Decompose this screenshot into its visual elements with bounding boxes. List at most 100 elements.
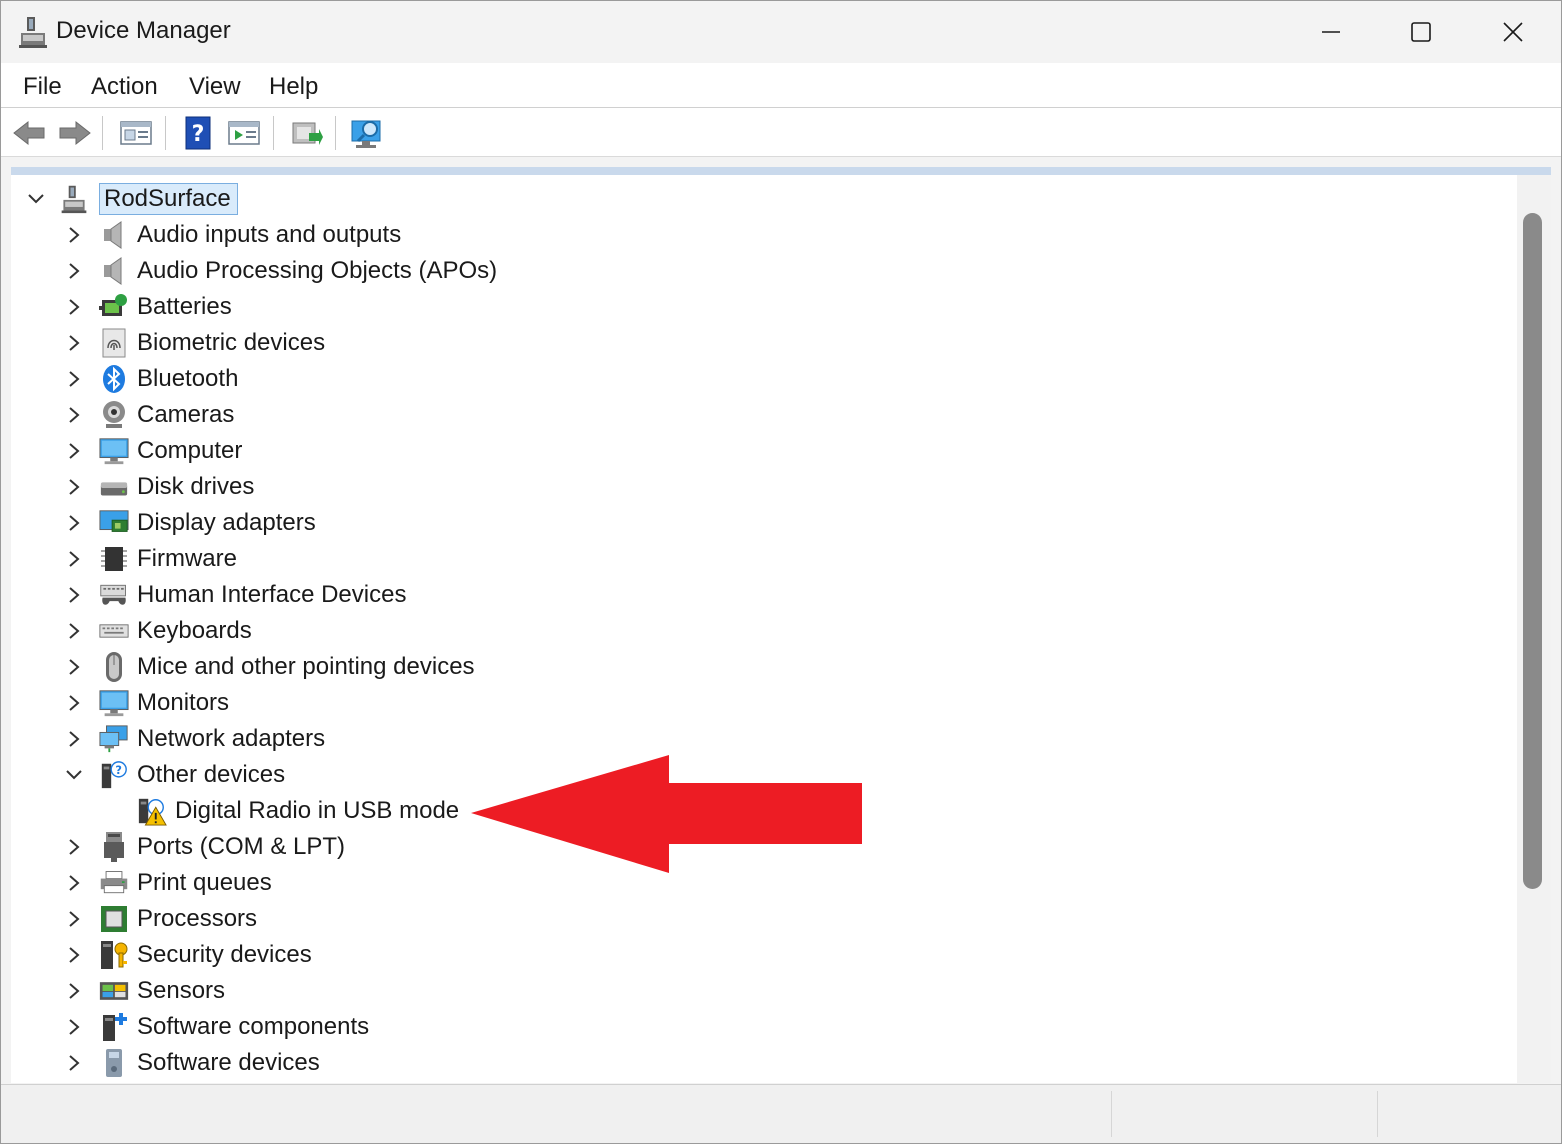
tree-category-human-interface-devices[interactable]: Human Interface Devices <box>63 577 406 613</box>
chevron-right-icon[interactable] <box>63 548 85 570</box>
tree-category-monitors[interactable]: Monitors <box>63 685 229 721</box>
tree-item-label[interactable]: Software components <box>137 1013 369 1041</box>
run-icon <box>228 121 260 145</box>
tree-category-keyboards[interactable]: Keyboards <box>63 613 252 649</box>
chevron-right-icon[interactable] <box>63 296 85 318</box>
tree-category-mice-and-other-pointing-devices[interactable]: Mice and other pointing devices <box>63 649 475 685</box>
tree-category-software-devices[interactable]: Software devices <box>63 1045 320 1081</box>
tree-category-audio-inputs-and-outputs[interactable]: Audio inputs and outputs <box>63 217 401 253</box>
tree-item-label[interactable]: Security devices <box>137 941 312 969</box>
chevron-right-icon[interactable] <box>63 440 85 462</box>
tree-item-label[interactable]: Biometric devices <box>137 329 325 357</box>
title-bar[interactable]: Device Manager <box>1 1 1561 63</box>
tree-category-security-devices[interactable]: Security devices <box>63 937 312 973</box>
close-button[interactable] <box>1467 1 1559 63</box>
tree-item-label[interactable]: Mice and other pointing devices <box>137 653 475 681</box>
speaker-icon <box>99 256 129 286</box>
tree-category-processors[interactable]: Processors <box>63 901 257 937</box>
tree-item-label[interactable]: Disk drives <box>137 473 254 501</box>
tree-category-ports-com-lpt[interactable]: Ports (COM & LPT) <box>63 829 345 865</box>
back-button[interactable] <box>10 114 48 152</box>
tree-item-label[interactable]: Monitors <box>137 689 229 717</box>
maximize-button[interactable] <box>1375 1 1467 63</box>
chevron-right-icon[interactable] <box>63 368 85 390</box>
chevron-down-icon[interactable] <box>25 188 47 210</box>
chevron-right-icon[interactable] <box>63 620 85 642</box>
chevron-down-icon[interactable] <box>63 764 85 786</box>
tree-category-bluetooth[interactable]: Bluetooth <box>63 361 238 397</box>
chevron-right-icon[interactable] <box>63 512 85 534</box>
tree-category-disk-drives[interactable]: Disk drives <box>63 469 254 505</box>
tree-root[interactable]: RodSurface <box>25 181 238 217</box>
tree-category-audio-processing-objects-apos[interactable]: Audio Processing Objects (APOs) <box>63 253 497 289</box>
tree-category-sensors[interactable]: Sensors <box>63 973 225 1009</box>
tree-item-label[interactable]: Batteries <box>137 293 232 321</box>
tree-category-cameras[interactable]: Cameras <box>63 397 234 433</box>
help-button[interactable]: ? <box>179 114 217 152</box>
menu-action[interactable]: Action <box>91 71 158 103</box>
chevron-right-icon[interactable] <box>63 1016 85 1038</box>
tree-item-label[interactable]: Processors <box>137 905 257 933</box>
chevron-right-icon[interactable] <box>63 872 85 894</box>
chevron-right-icon[interactable] <box>63 260 85 282</box>
tree-item-label[interactable]: Audio inputs and outputs <box>137 221 401 249</box>
tree-category-display-adapters[interactable]: Display adapters <box>63 505 316 541</box>
menu-file[interactable]: File <box>23 71 62 103</box>
properties-button[interactable] <box>117 114 155 152</box>
chevron-right-icon[interactable] <box>63 224 85 246</box>
tree-root-label[interactable]: RodSurface <box>99 183 238 215</box>
update-driver-button[interactable] <box>287 114 325 152</box>
tree-item-label[interactable]: Firmware <box>137 545 237 573</box>
tree-item-label[interactable]: Audio Processing Objects (APOs) <box>137 257 497 285</box>
chevron-right-icon[interactable] <box>63 656 85 678</box>
menu-view[interactable]: View <box>189 71 241 103</box>
tree-item-label[interactable]: Bluetooth <box>137 365 238 393</box>
chevron-right-icon[interactable] <box>63 836 85 858</box>
tree-category-software-components[interactable]: Software components <box>63 1009 369 1045</box>
help-icon: ? <box>185 116 211 150</box>
chevron-right-icon[interactable] <box>63 332 85 354</box>
tree-item-label[interactable]: Digital Radio in USB mode <box>175 797 459 825</box>
chevron-right-icon[interactable] <box>63 692 85 714</box>
chevron-right-icon[interactable] <box>63 944 85 966</box>
computer-root-icon <box>57 184 91 214</box>
tree-item-label[interactable]: Other devices <box>137 761 285 789</box>
tree-item-label[interactable]: Ports (COM & LPT) <box>137 833 345 861</box>
chevron-right-icon[interactable] <box>63 1052 85 1074</box>
tree-device-digital-radio-in-usb-mode[interactable]: Digital Radio in USB mode <box>137 793 459 829</box>
vertical-scrollbar[interactable] <box>1517 175 1551 1083</box>
display-adapter-icon <box>99 508 129 538</box>
tree-item-label[interactable]: Display adapters <box>137 509 316 537</box>
tree-item-label[interactable]: Computer <box>137 437 242 465</box>
hid-icon <box>99 580 129 610</box>
tree-item-label[interactable]: Software devices <box>137 1049 320 1077</box>
tree-item-label[interactable]: Network adapters <box>137 725 325 753</box>
tree-category-network-adapters[interactable]: Network adapters <box>63 721 325 757</box>
tree-category-computer[interactable]: Computer <box>63 433 242 469</box>
chevron-right-icon[interactable] <box>63 476 85 498</box>
chevron-right-icon[interactable] <box>63 908 85 930</box>
chevron-right-icon[interactable] <box>63 728 85 750</box>
monitor-icon <box>99 688 129 718</box>
chevron-right-icon[interactable] <box>63 980 85 1002</box>
tree-item-label[interactable]: Print queues <box>137 869 272 897</box>
tree-item-label[interactable]: Sensors <box>137 977 225 1005</box>
tree-item-label[interactable]: Keyboards <box>137 617 252 645</box>
tree-category-batteries[interactable]: Batteries <box>63 289 232 325</box>
menu-help[interactable]: Help <box>269 71 318 103</box>
tree-category-biometric-devices[interactable]: Biometric devices <box>63 325 325 361</box>
scrollbar-thumb[interactable] <box>1523 213 1542 889</box>
chevron-right-icon[interactable] <box>63 584 85 606</box>
tree-category-firmware[interactable]: Firmware <box>63 541 237 577</box>
minimize-button[interactable] <box>1285 1 1377 63</box>
chevron-right-icon[interactable] <box>63 404 85 426</box>
run-button[interactable] <box>225 114 263 152</box>
tree-item-label[interactable]: Cameras <box>137 401 234 429</box>
tree-category-print-queues[interactable]: Print queues <box>63 865 272 901</box>
forward-button[interactable] <box>56 114 94 152</box>
device-tree[interactable]: RodSurface Audio inputs and outputs Audio… <box>11 175 1517 1083</box>
scan-hardware-button[interactable] <box>349 114 387 152</box>
tree-category-other-devices[interactable]: ? Other devices <box>63 757 285 793</box>
tree-item-label[interactable]: Human Interface Devices <box>137 581 406 609</box>
sensor-icon <box>99 976 129 1006</box>
